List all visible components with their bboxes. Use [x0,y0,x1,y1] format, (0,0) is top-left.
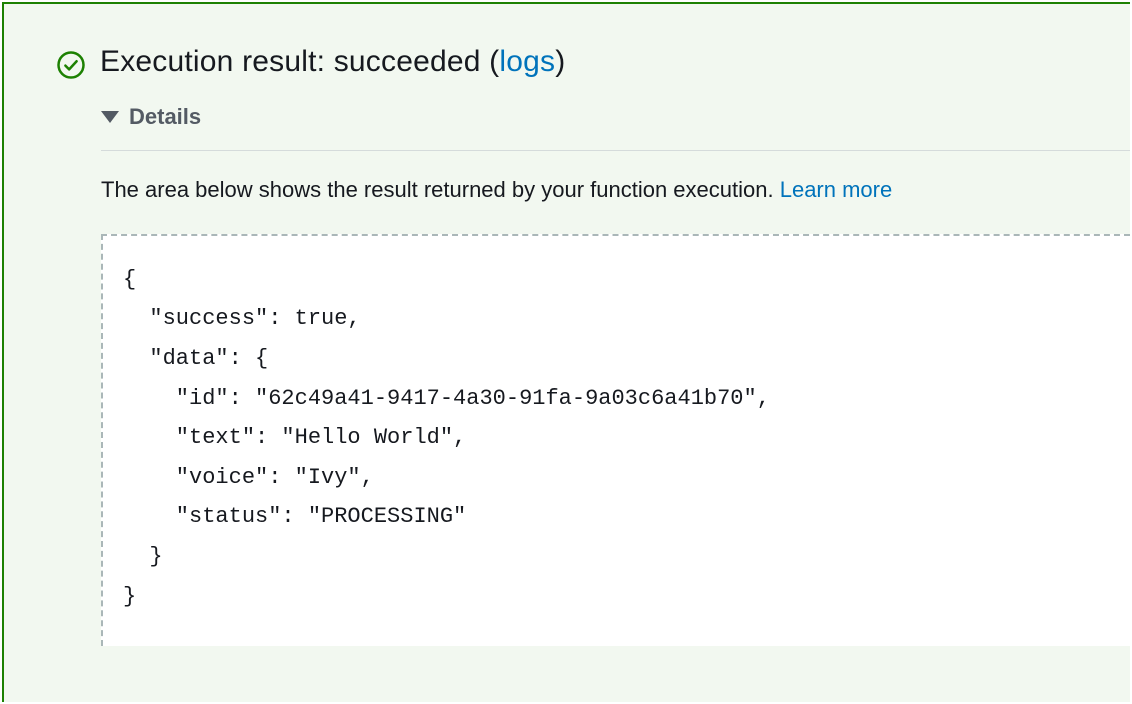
learn-more-link[interactable]: Learn more [780,177,893,202]
panel-header: Execution result: succeeded (logs) [56,44,1130,80]
result-output: { "success": true, "data": { "id": "62c4… [101,234,1130,646]
logs-link[interactable]: logs [499,45,555,78]
execution-result-panel: Execution result: succeeded (logs) Detai… [2,2,1130,702]
description-text: The area below shows the result returned… [101,177,780,202]
result-json: { "success": true, "data": { "id": "62c4… [123,267,770,609]
execution-result-title: Execution result: succeeded (logs) [100,45,565,79]
success-icon [56,50,86,80]
details-toggle[interactable]: Details [101,104,1130,151]
details-section: Details The area below shows the result … [101,104,1130,646]
title-prefix: Execution result: succeeded ( [100,45,499,78]
result-description: The area below shows the result returned… [101,175,1130,206]
caret-down-icon [101,111,119,123]
title-suffix: ) [555,45,565,78]
details-label: Details [129,104,201,130]
